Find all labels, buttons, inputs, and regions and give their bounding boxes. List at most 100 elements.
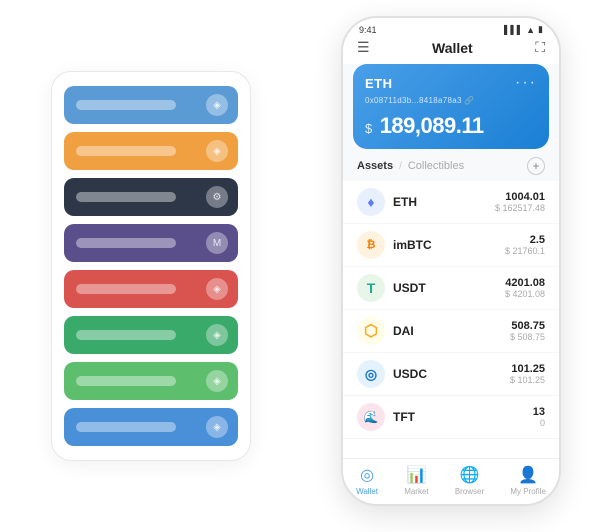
token-amounts: 2.5 $ 21760.1 <box>505 234 545 256</box>
eth-card-top: ETH ··· <box>365 74 537 92</box>
card-text <box>76 330 176 340</box>
browser-nav-label: Browser <box>455 487 484 496</box>
nav-item-browser[interactable]: 🌐 Browser <box>455 465 484 496</box>
wallet-nav-label: Wallet <box>356 487 378 496</box>
profile-nav-label: My Profile <box>510 487 546 496</box>
eth-token-icon: ♦ <box>357 188 385 216</box>
card-icon: ◈ <box>206 278 228 300</box>
token-name: USDC <box>393 367 510 381</box>
card-icon: ◈ <box>206 140 228 162</box>
card-icon: ◈ <box>206 416 228 438</box>
token-amounts: 4201.08 $ 4201.08 <box>505 277 545 299</box>
battery-icon: ▮ <box>538 24 543 35</box>
status-icons: ▌▌▌ ▲ ▮ <box>504 24 543 35</box>
token-usd: $ 508.75 <box>510 332 545 342</box>
token-list: ♦ ETH 1004.01 $ 162517.48 ₿ imBTC 2.5 $ … <box>343 181 559 458</box>
token-amount: 1004.01 <box>495 191 545 203</box>
token-amount: 101.25 <box>510 363 545 375</box>
card-text <box>76 100 176 110</box>
eth-balance: 189,089.11 <box>380 113 484 138</box>
imbtc-token-icon: ₿ <box>357 231 385 259</box>
list-item[interactable]: ◈ <box>64 362 238 400</box>
token-amount: 4201.08 <box>505 277 545 289</box>
table-row[interactable]: ⬡ DAI 508.75 $ 508.75 <box>343 310 559 353</box>
token-amounts: 101.25 $ 101.25 <box>510 363 545 385</box>
token-usd: $ 101.25 <box>510 375 545 385</box>
card-list: ◈ ◈ ⚙ M ◈ ◈ ◈ ◈ <box>51 71 251 461</box>
card-text <box>76 192 176 202</box>
browser-nav-icon: 🌐 <box>460 465 480 485</box>
table-row[interactable]: 🌊 TFT 13 0 <box>343 396 559 439</box>
table-row[interactable]: ₿ imBTC 2.5 $ 21760.1 <box>343 224 559 267</box>
nav-item-wallet[interactable]: ◎ Wallet <box>356 465 378 496</box>
add-asset-button[interactable]: + <box>527 157 545 175</box>
token-usd: $ 4201.08 <box>505 289 545 299</box>
nav-item-profile[interactable]: 👤 My Profile <box>510 465 546 496</box>
assets-tabs: Assets / Collectibles <box>357 160 464 172</box>
token-usd: $ 21760.1 <box>505 246 545 256</box>
list-item[interactable]: ◈ <box>64 132 238 170</box>
list-item[interactable]: ◈ <box>64 408 238 446</box>
card-text <box>76 376 176 386</box>
scene: ◈ ◈ ⚙ M ◈ ◈ ◈ ◈ <box>21 16 581 516</box>
token-amount: 2.5 <box>505 234 545 246</box>
list-item[interactable]: M <box>64 224 238 262</box>
wallet-nav-icon: ◎ <box>360 465 374 485</box>
card-icon: ◈ <box>206 94 228 116</box>
token-name: TFT <box>393 410 533 424</box>
eth-currency-symbol: $ <box>365 121 372 136</box>
wifi-icon: ▲ <box>526 25 535 35</box>
eth-card[interactable]: ETH ··· 0x08711d3b...8418a78a3 🔗 $ 189,0… <box>353 64 549 149</box>
tab-collectibles[interactable]: Collectibles <box>408 160 464 172</box>
token-usd: 0 <box>533 418 545 428</box>
token-name: ETH <box>393 195 495 209</box>
table-row[interactable]: ◎ USDC 101.25 $ 101.25 <box>343 353 559 396</box>
signal-icon: ▌▌▌ <box>504 25 523 35</box>
bottom-nav: ◎ Wallet 📊 Market 🌐 Browser 👤 My Profile <box>343 458 559 504</box>
card-text <box>76 238 176 248</box>
token-name: imBTC <box>393 238 505 252</box>
eth-balance-row: $ 189,089.11 <box>365 113 537 139</box>
list-item[interactable]: ◈ <box>64 86 238 124</box>
list-item[interactable]: ◈ <box>64 270 238 308</box>
token-amounts: 13 0 <box>533 406 545 428</box>
token-amounts: 1004.01 $ 162517.48 <box>495 191 545 213</box>
card-text <box>76 284 176 294</box>
assets-header: Assets / Collectibles + <box>343 157 559 181</box>
nav-item-market[interactable]: 📊 Market <box>404 465 428 496</box>
tft-token-icon: 🌊 <box>357 403 385 431</box>
expand-icon[interactable]: ⛶ <box>535 39 545 56</box>
token-amount: 13 <box>533 406 545 418</box>
dai-token-icon: ⬡ <box>357 317 385 345</box>
eth-menu-dots[interactable]: ··· <box>515 74 537 92</box>
token-usd: $ 162517.48 <box>495 203 545 213</box>
table-row[interactable]: T USDT 4201.08 $ 4201.08 <box>343 267 559 310</box>
card-icon: ◈ <box>206 324 228 346</box>
market-nav-icon: 📊 <box>406 465 426 485</box>
card-text <box>76 422 176 432</box>
token-amount: 508.75 <box>510 320 545 332</box>
token-name: USDT <box>393 281 505 295</box>
page-title: Wallet <box>432 40 473 56</box>
list-item[interactable]: ◈ <box>64 316 238 354</box>
card-icon: ⚙ <box>206 186 228 208</box>
card-icon: ◈ <box>206 370 228 392</box>
eth-label: ETH <box>365 76 393 91</box>
eth-address: 0x08711d3b...8418a78a3 🔗 <box>365 96 537 105</box>
profile-nav-icon: 👤 <box>518 465 538 485</box>
token-amounts: 508.75 $ 508.75 <box>510 320 545 342</box>
tab-separator: / <box>399 161 402 172</box>
table-row[interactable]: ♦ ETH 1004.01 $ 162517.48 <box>343 181 559 224</box>
menu-icon[interactable]: ☰ <box>357 39 370 56</box>
time: 9:41 <box>359 25 377 35</box>
status-bar: 9:41 ▌▌▌ ▲ ▮ <box>343 18 559 35</box>
tab-assets[interactable]: Assets <box>357 160 393 172</box>
list-item[interactable]: ⚙ <box>64 178 238 216</box>
phone: 9:41 ▌▌▌ ▲ ▮ ☰ Wallet ⛶ ETH ··· 0x08711d… <box>341 16 561 506</box>
usdc-token-icon: ◎ <box>357 360 385 388</box>
phone-header: ☰ Wallet ⛶ <box>343 35 559 64</box>
card-text <box>76 146 176 156</box>
token-name: DAI <box>393 324 510 338</box>
market-nav-label: Market <box>404 487 428 496</box>
usdt-token-icon: T <box>357 274 385 302</box>
